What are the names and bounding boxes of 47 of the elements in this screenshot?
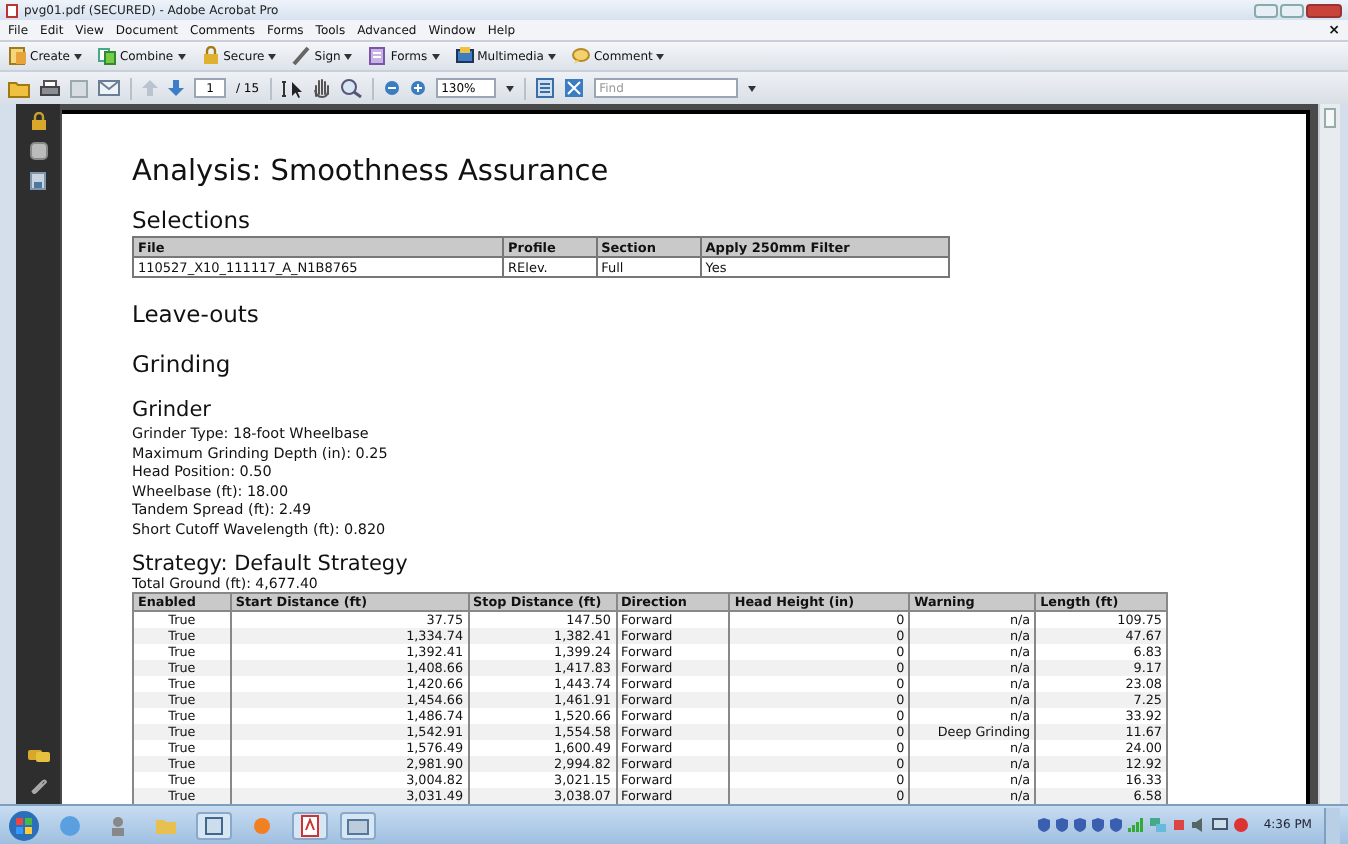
speech-bubbles-icon[interactable] bbox=[27, 748, 49, 764]
section-heading: Grinding bbox=[132, 350, 233, 378]
pdf-document-icon bbox=[298, 813, 322, 837]
caret-icon bbox=[547, 53, 556, 59]
caret-icon bbox=[268, 53, 277, 59]
monitor-icon[interactable] bbox=[1211, 818, 1228, 832]
taskbar-button[interactable] bbox=[292, 811, 328, 839]
form-icon bbox=[368, 46, 387, 66]
section-heading: Selections bbox=[132, 206, 252, 234]
taskbar-button[interactable] bbox=[196, 811, 232, 839]
taskbar-button[interactable] bbox=[340, 811, 376, 839]
down-arrow-icon[interactable] bbox=[168, 80, 184, 96]
subsection-heading: Grinder bbox=[132, 398, 213, 422]
speaker-icon[interactable] bbox=[1191, 818, 1206, 832]
picture-icon bbox=[346, 813, 370, 837]
caret-icon bbox=[656, 53, 665, 59]
envelope-icon[interactable] bbox=[98, 80, 120, 96]
close-button[interactable] bbox=[1306, 3, 1342, 17]
maximize-button[interactable] bbox=[1280, 3, 1304, 17]
minimize-button[interactable] bbox=[1254, 3, 1278, 17]
text-cursor-icon[interactable] bbox=[281, 79, 302, 97]
hand-icon[interactable] bbox=[311, 78, 330, 98]
start-button-icon[interactable] bbox=[8, 809, 40, 841]
magnifier-icon[interactable] bbox=[339, 78, 362, 98]
caret-icon bbox=[177, 53, 186, 59]
printer-icon[interactable] bbox=[40, 79, 60, 97]
lock-icon[interactable] bbox=[29, 112, 47, 130]
window-icon bbox=[202, 813, 226, 837]
lock-icon bbox=[201, 46, 220, 66]
caret-icon bbox=[73, 53, 82, 59]
document-title: Analysis: Smoothness Assurance bbox=[132, 156, 611, 188]
zoom-in-icon[interactable] bbox=[409, 80, 426, 96]
speech-bubble-icon bbox=[571, 46, 590, 66]
pen-icon bbox=[292, 46, 311, 66]
subsection-heading: Strategy: Default Strategy bbox=[132, 551, 410, 576]
section-heading: Leave-outs bbox=[132, 300, 261, 328]
person-icon bbox=[106, 813, 130, 837]
page-icon[interactable] bbox=[535, 78, 554, 98]
folder-icon[interactable] bbox=[8, 79, 30, 97]
stop-icon[interactable] bbox=[1233, 818, 1248, 832]
zoom-out-icon[interactable] bbox=[383, 80, 400, 96]
scrollbar-thumb[interactable] bbox=[1324, 108, 1336, 128]
caret-icon bbox=[505, 85, 514, 91]
caret-icon bbox=[747, 85, 756, 91]
two-documents-icon bbox=[97, 46, 116, 66]
caret-icon bbox=[431, 53, 440, 59]
caret-icon bbox=[344, 53, 353, 59]
